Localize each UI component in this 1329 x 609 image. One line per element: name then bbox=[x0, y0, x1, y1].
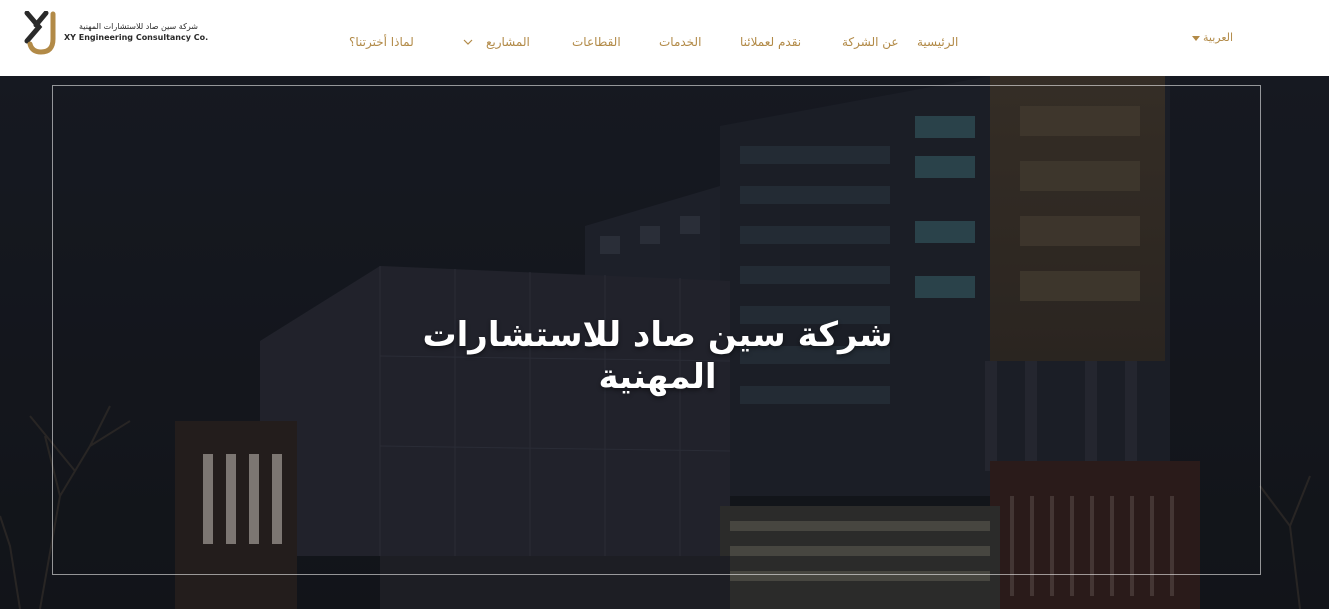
site-header: شركة سين صاد للاستشارات المهنية XY Engin… bbox=[0, 0, 1329, 76]
nav-item-projects[interactable]: المشاريع bbox=[486, 33, 530, 51]
language-selector[interactable]: العربية bbox=[1192, 30, 1233, 46]
nav-item-offer[interactable]: نقدم لعملائنا bbox=[740, 33, 801, 51]
nav-item-about[interactable]: عن الشركة bbox=[842, 33, 899, 51]
hero-banner: شركة سين صاد للاستشارات المهنية bbox=[0, 76, 1329, 609]
hero-title: شركة سين صاد للاستشارات المهنية bbox=[422, 315, 893, 397]
caret-down-icon bbox=[1192, 35, 1200, 41]
language-label: العربية bbox=[1203, 31, 1234, 44]
nav-item-services[interactable]: الخدمات bbox=[659, 33, 701, 51]
nav-item-sectors[interactable]: القطاعات bbox=[572, 33, 621, 51]
nav-item-why-us[interactable]: لماذا أخترتنا؟ bbox=[349, 33, 414, 51]
logo-name-ar: شركة سين صاد للاستشارات المهنية bbox=[79, 22, 198, 31]
chevron-down-icon[interactable] bbox=[463, 33, 473, 58]
nav-item-home[interactable]: الرئيسية bbox=[917, 33, 958, 51]
main-nav: الرئيسية عن الشركة نقدم لعملائنا الخدمات… bbox=[0, 33, 1329, 51]
